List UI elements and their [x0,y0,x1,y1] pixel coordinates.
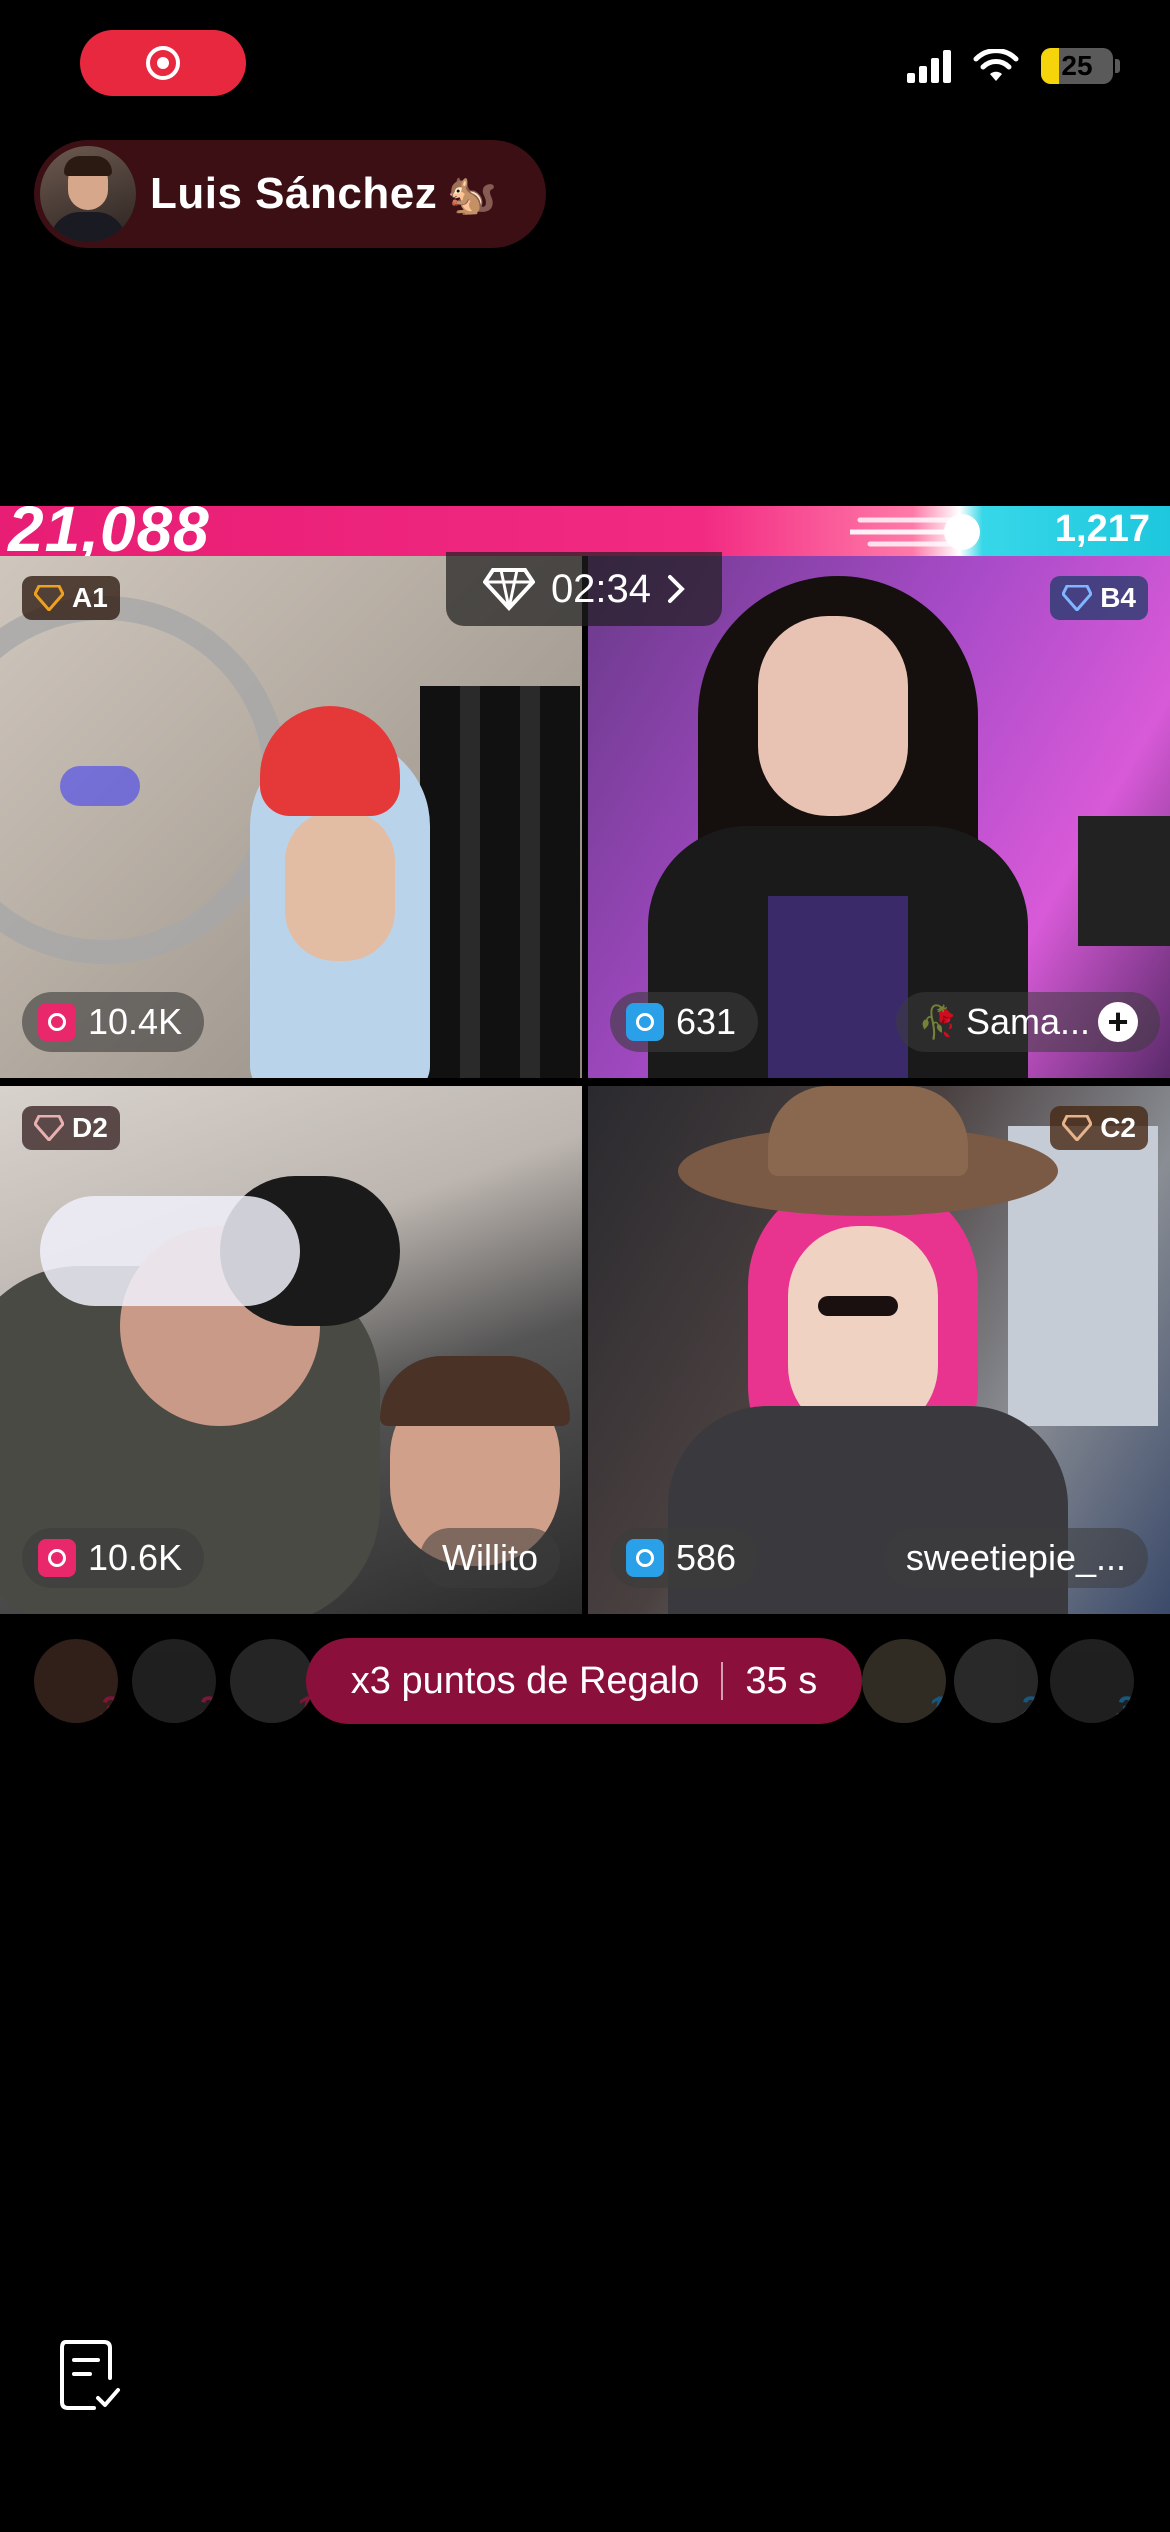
rank-badge-label: B4 [1100,582,1136,613]
rank-badge-label: A1 [72,582,108,613]
host-avatar[interactable] [40,146,136,242]
points-value: 586 [676,1537,737,1578]
team-right-score: 1,217 [1054,508,1150,550]
diamond-icon [1062,585,1093,611]
bonus-countdown: 35 s [745,1659,818,1702]
gift-icon [38,1003,76,1041]
rank-badge: C2 [1050,1106,1148,1150]
host-emoji: 🐿️ [447,172,497,217]
player-name-pill[interactable]: Willito [420,1528,560,1588]
rank-badge: B4 [1050,576,1148,620]
record-icon [146,46,180,80]
diamond-icon [34,585,64,611]
gift-icon [626,1539,664,1577]
fan-club-sticker[interactable] [260,706,400,816]
right-gifter-avatar[interactable]: 2 [954,1639,1038,1723]
vape-smoke [40,1196,300,1306]
battery-indicator: 25 [1041,48,1113,84]
rank-badge: A1 [22,576,120,620]
host-name: Luis Sánchez [150,169,438,218]
document-check-icon[interactable] [60,2338,122,2412]
gift-icon [38,1539,76,1577]
points-pill[interactable]: 586 [610,1528,759,1588]
mustache-filter [818,1296,898,1316]
grid-divider-horizontal [0,1078,1170,1086]
player-name-pill[interactable]: 🥀 Sama... + [896,992,1160,1052]
player-name-pill[interactable]: sweetiepie_... [883,1528,1148,1588]
left-gifter-avatar[interactable]: 3 [34,1639,118,1723]
chevron-right-icon [668,575,685,603]
rose-icon: 🥀 [918,1004,958,1040]
player-name: sweetiepie_... [905,1537,1126,1578]
points-value: 10.6K [88,1537,183,1578]
host-profile-pill[interactable]: Luis Sánchez 🐿️ [34,140,546,248]
gift-bonus-banner[interactable]: x3 puntos de Regalo 35 s [306,1638,862,1724]
follow-plus-button[interactable]: + [1098,1002,1138,1042]
team-left-score: 21,088 [8,493,210,565]
rank-badge-label: D2 [72,1112,108,1143]
bonus-label: x3 puntos de Regalo [350,1659,700,1702]
right-gifter-avatar[interactable]: 1 [862,1639,946,1723]
rank-badge-label: C2 [1100,1112,1136,1143]
player-tile-c2[interactable]: C2 586 sweetiepie_... [588,1086,1170,1614]
signal-icon [907,50,951,83]
left-gifter-avatar[interactable]: 2 [132,1639,216,1723]
battle-timer[interactable]: 02:34 [446,552,722,626]
diamond-icon [34,1115,64,1141]
player-tile-b4[interactable]: B4 631 🥀 Sama... + [588,556,1170,1078]
player-tile-d2[interactable]: D2 10.6K Willito [0,1086,582,1614]
gift-icon [626,1003,664,1041]
points-pill[interactable]: 631 [610,992,759,1052]
player-name: Willito [442,1537,538,1578]
diamond-icon [482,568,535,611]
points-value: 631 [676,1001,737,1042]
status-icons: 25 [907,48,1120,84]
speed-lines-icon [850,514,980,550]
player-name: Sama... [965,1001,1090,1042]
bonus-separator [721,1662,724,1700]
diamond-icon [1062,1115,1093,1141]
wifi-icon [973,49,1019,81]
timer-value: 02:34 [550,566,652,611]
points-pill[interactable]: 10.4K [22,992,205,1052]
points-value: 10.4K [88,1001,183,1042]
left-gifter-avatar[interactable]: 1 [230,1639,314,1723]
right-gifter-avatar[interactable]: 3 [1050,1639,1134,1723]
player-tile-a1[interactable]: A1 10.4K [0,556,582,1078]
points-pill[interactable]: 10.6K [22,1528,205,1588]
battery-level: 25 [1061,50,1093,81]
screen-record-indicator[interactable] [80,30,246,96]
rank-badge: D2 [22,1106,120,1150]
